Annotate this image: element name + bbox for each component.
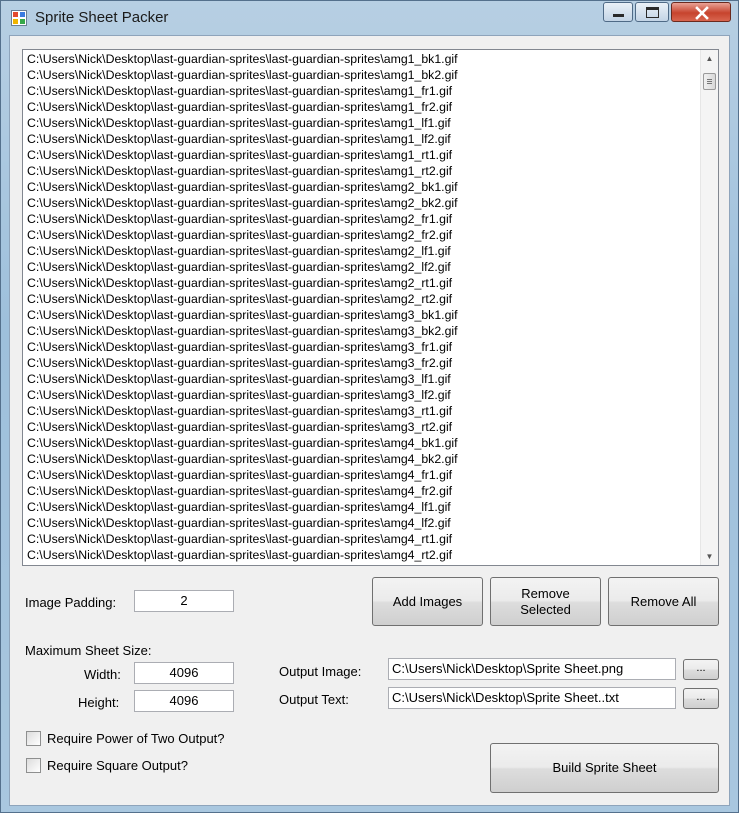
image-list[interactable]: C:\Users\Nick\Desktop\last-guardian-spri… xyxy=(22,49,719,566)
list-item[interactable]: C:\Users\Nick\Desktop\last-guardian-spri… xyxy=(23,259,697,275)
list-item[interactable]: C:\Users\Nick\Desktop\last-guardian-spri… xyxy=(23,275,697,291)
maximize-icon xyxy=(646,7,659,18)
list-item[interactable]: C:\Users\Nick\Desktop\last-guardian-spri… xyxy=(23,195,697,211)
maximize-button[interactable] xyxy=(635,2,669,22)
list-item[interactable]: C:\Users\Nick\Desktop\last-guardian-spri… xyxy=(23,291,697,307)
client-area: C:\Users\Nick\Desktop\last-guardian-spri… xyxy=(9,35,730,806)
output-image-label: Output Image: xyxy=(279,664,362,679)
sheet-height-input[interactable]: 4096 xyxy=(134,690,234,712)
list-item[interactable]: C:\Users\Nick\Desktop\last-guardian-spri… xyxy=(23,115,697,131)
list-item[interactable]: C:\Users\Nick\Desktop\last-guardian-spri… xyxy=(23,355,697,371)
list-item[interactable]: C:\Users\Nick\Desktop\last-guardian-spri… xyxy=(23,515,697,531)
output-text-label: Output Text: xyxy=(279,692,349,707)
list-item[interactable]: C:\Users\Nick\Desktop\last-guardian-spri… xyxy=(23,339,697,355)
power-of-two-label[interactable]: Require Power of Two Output? xyxy=(47,731,225,746)
remove-selected-button[interactable]: Remove Selected xyxy=(490,577,601,626)
list-item[interactable]: C:\Users\Nick\Desktop\last-guardian-spri… xyxy=(23,547,697,563)
list-item[interactable]: C:\Users\Nick\Desktop\last-guardian-spri… xyxy=(23,99,697,115)
list-item[interactable]: C:\Users\Nick\Desktop\last-guardian-spri… xyxy=(23,467,697,483)
app-window-icon xyxy=(11,10,27,26)
list-item[interactable]: C:\Users\Nick\Desktop\last-guardian-spri… xyxy=(23,499,697,515)
power-of-two-checkbox[interactable] xyxy=(26,731,41,746)
square-output-label[interactable]: Require Square Output? xyxy=(47,758,188,773)
sheet-width-input[interactable]: 4096 xyxy=(134,662,234,684)
output-text-input[interactable]: C:\Users\Nick\Desktop\Sprite Sheet..txt xyxy=(388,687,676,709)
list-item[interactable]: C:\Users\Nick\Desktop\last-guardian-spri… xyxy=(23,451,697,467)
height-label: Height: xyxy=(78,695,120,710)
list-item[interactable]: C:\Users\Nick\Desktop\last-guardian-spri… xyxy=(23,403,697,419)
list-item[interactable]: C:\Users\Nick\Desktop\last-guardian-spri… xyxy=(23,387,697,403)
width-label: Width: xyxy=(84,667,121,682)
list-item[interactable]: C:\Users\Nick\Desktop\last-guardian-spri… xyxy=(23,131,697,147)
list-item[interactable]: C:\Users\Nick\Desktop\last-guardian-spri… xyxy=(23,419,697,435)
close-button[interactable] xyxy=(671,2,731,22)
list-item[interactable]: C:\Users\Nick\Desktop\last-guardian-spri… xyxy=(23,67,697,83)
square-output-checkbox[interactable] xyxy=(26,758,41,773)
vertical-scrollbar[interactable]: ▲ ▼ xyxy=(700,50,718,565)
app-window: Sprite Sheet Packer C:\Users\Nick\Deskto… xyxy=(0,0,739,813)
add-images-button[interactable]: Add Images xyxy=(372,577,483,626)
list-item[interactable]: C:\Users\Nick\Desktop\last-guardian-spri… xyxy=(23,83,697,99)
list-item[interactable]: C:\Users\Nick\Desktop\last-guardian-spri… xyxy=(23,307,697,323)
minimize-icon xyxy=(613,14,624,17)
list-item[interactable]: C:\Users\Nick\Desktop\last-guardian-spri… xyxy=(23,483,697,499)
list-item[interactable]: C:\Users\Nick\Desktop\last-guardian-spri… xyxy=(23,323,697,339)
browse-output-text-button[interactable]: ... xyxy=(683,688,719,709)
list-item[interactable]: C:\Users\Nick\Desktop\last-guardian-spri… xyxy=(23,51,697,67)
remove-all-button[interactable]: Remove All xyxy=(608,577,719,626)
image-padding-input[interactable]: 2 xyxy=(134,590,234,612)
title-bar[interactable]: Sprite Sheet Packer xyxy=(1,1,738,35)
max-sheet-size-label: Maximum Sheet Size: xyxy=(25,643,152,658)
list-item[interactable]: C:\Users\Nick\Desktop\last-guardian-spri… xyxy=(23,371,697,387)
list-item[interactable]: C:\Users\Nick\Desktop\last-guardian-spri… xyxy=(23,531,697,547)
browse-output-image-button[interactable]: ... xyxy=(683,659,719,680)
image-list-items: C:\Users\Nick\Desktop\last-guardian-spri… xyxy=(23,51,697,563)
scroll-down-arrow-icon[interactable]: ▼ xyxy=(701,548,718,565)
list-item[interactable]: C:\Users\Nick\Desktop\last-guardian-spri… xyxy=(23,435,697,451)
list-item[interactable]: C:\Users\Nick\Desktop\last-guardian-spri… xyxy=(23,211,697,227)
close-icon xyxy=(694,5,710,21)
output-image-input[interactable]: C:\Users\Nick\Desktop\Sprite Sheet.png xyxy=(388,658,676,680)
scrollbar-thumb[interactable] xyxy=(703,73,716,90)
list-item[interactable]: C:\Users\Nick\Desktop\last-guardian-spri… xyxy=(23,179,697,195)
image-padding-label: Image Padding: xyxy=(25,595,117,610)
list-item[interactable]: C:\Users\Nick\Desktop\last-guardian-spri… xyxy=(23,147,697,163)
build-sprite-sheet-button[interactable]: Build Sprite Sheet xyxy=(490,743,719,793)
window-title: Sprite Sheet Packer xyxy=(35,9,169,26)
list-item[interactable]: C:\Users\Nick\Desktop\last-guardian-spri… xyxy=(23,163,697,179)
list-item[interactable]: C:\Users\Nick\Desktop\last-guardian-spri… xyxy=(23,243,697,259)
list-item[interactable]: C:\Users\Nick\Desktop\last-guardian-spri… xyxy=(23,227,697,243)
scroll-up-arrow-icon[interactable]: ▲ xyxy=(701,50,718,67)
minimize-button[interactable] xyxy=(603,2,633,22)
